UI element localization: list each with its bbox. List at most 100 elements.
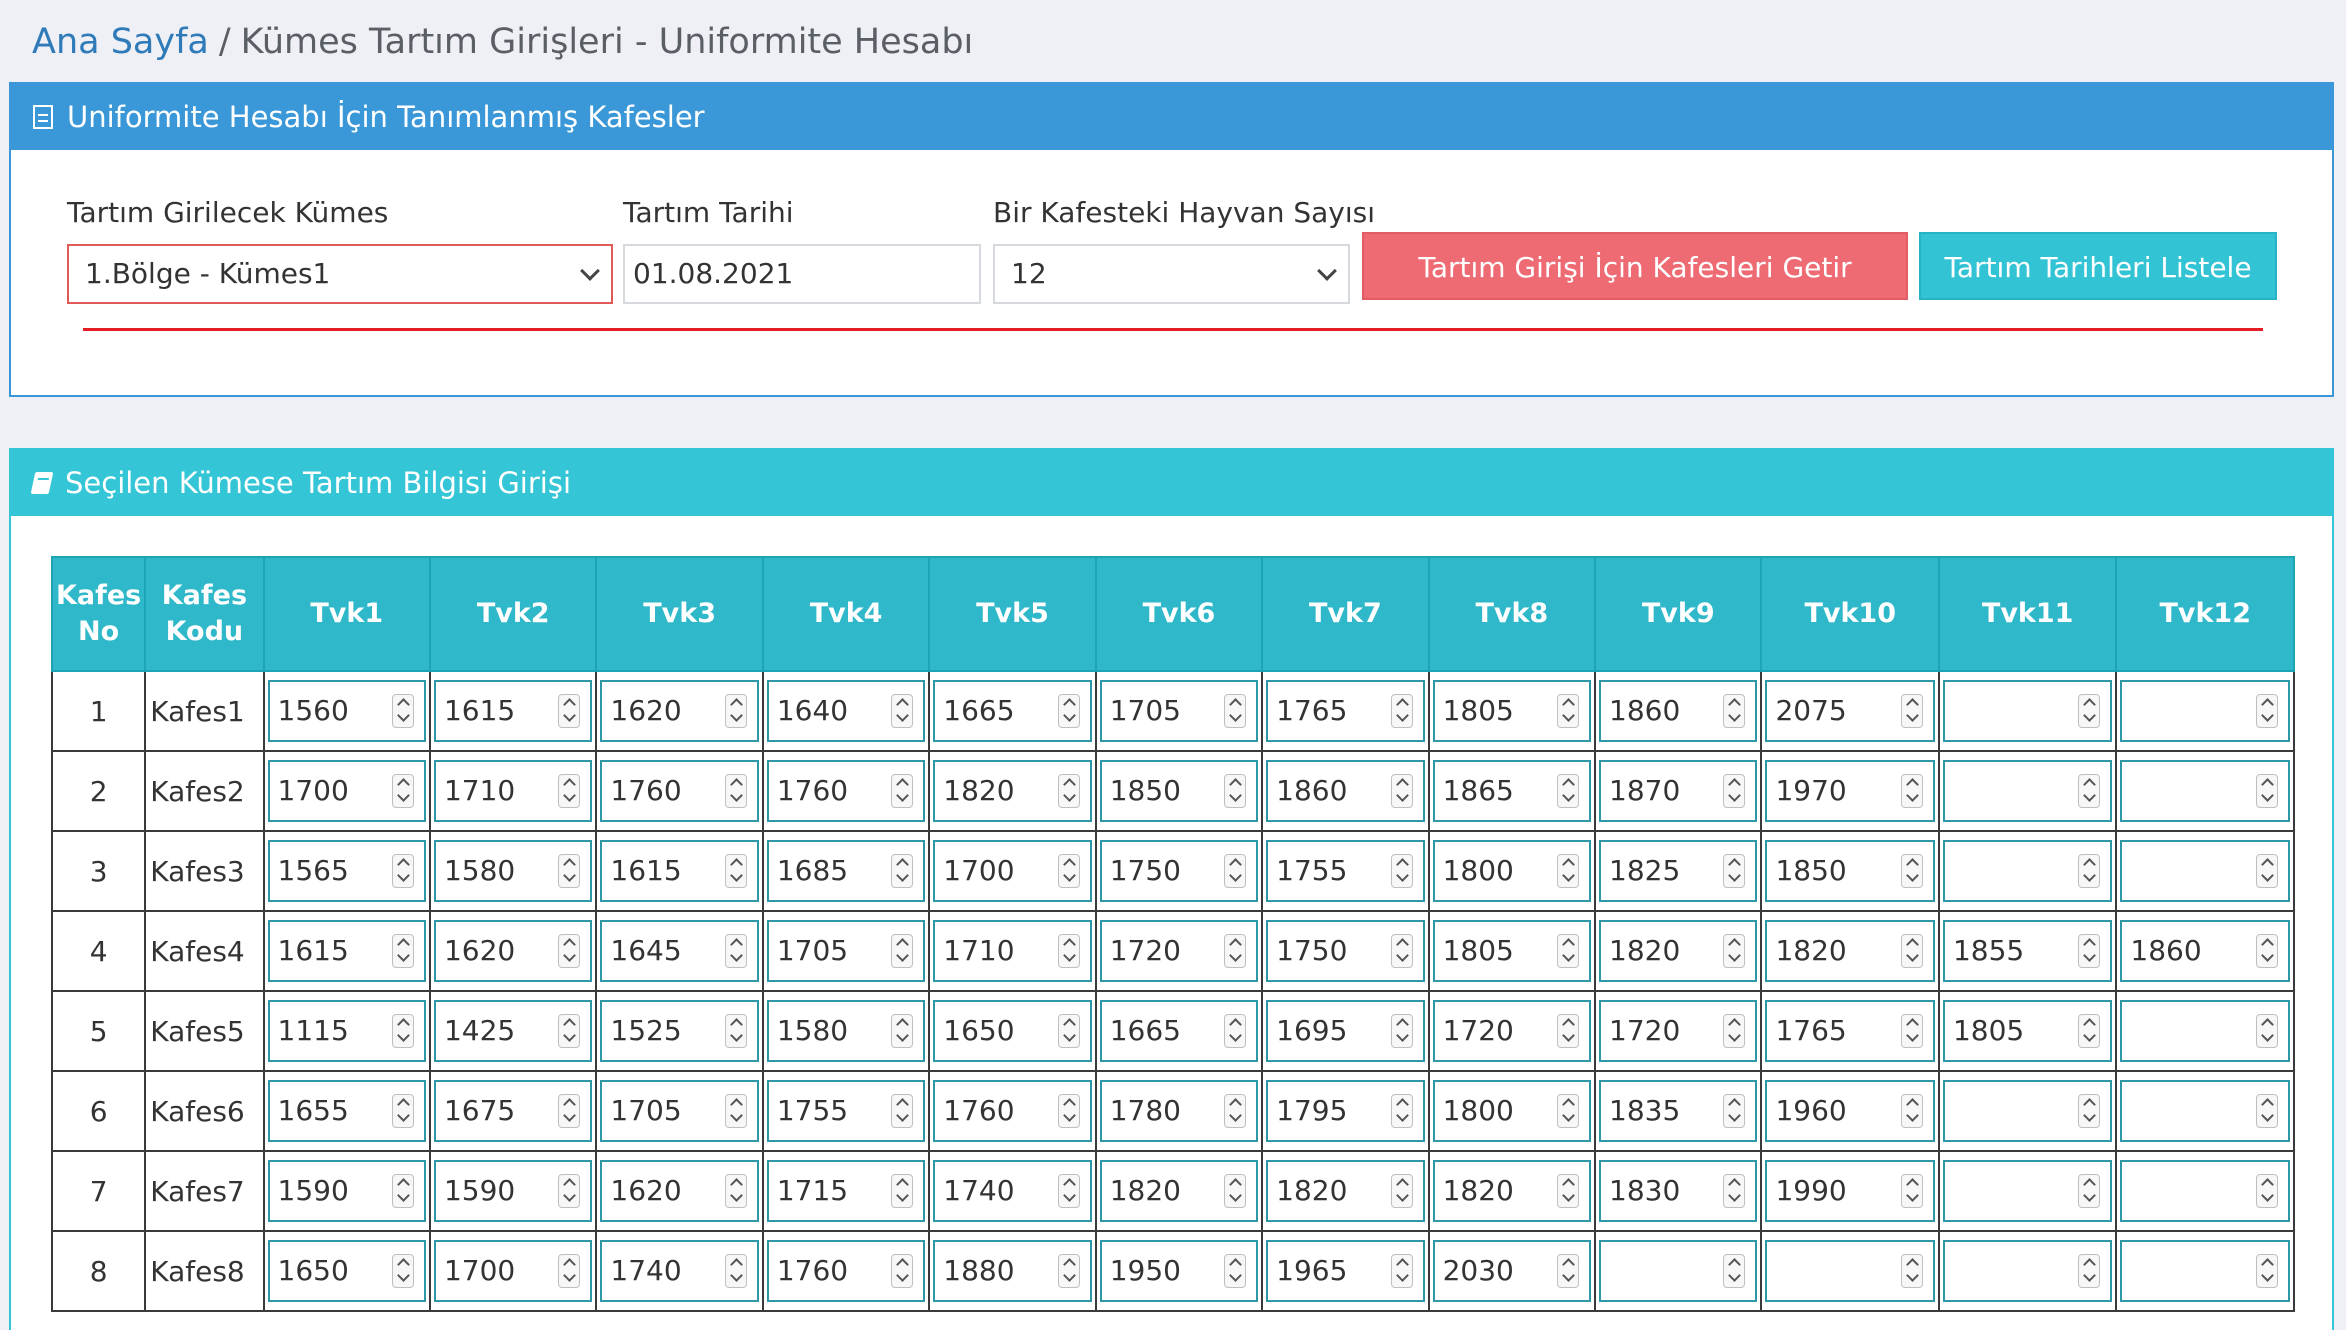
weight-input[interactable] (1942, 680, 2113, 742)
weight-input[interactable]: 1760 (933, 1080, 1092, 1142)
weight-input[interactable] (1942, 840, 2113, 902)
weight-input[interactable]: 1950 (1099, 1240, 1259, 1302)
weight-input[interactable]: 1755 (766, 1080, 926, 1142)
weight-input[interactable]: 1860 (1266, 760, 1425, 822)
weight-input[interactable]: 1695 (1266, 1000, 1425, 1062)
spinner-icon[interactable] (1390, 934, 1413, 968)
spinner-icon[interactable] (1390, 774, 1413, 808)
weight-input[interactable]: 1820 (933, 760, 1092, 822)
weight-input[interactable]: 1580 (766, 1000, 926, 1062)
spinner-icon[interactable] (1723, 1254, 1746, 1288)
weight-input[interactable]: 1115 (267, 1000, 426, 1062)
weight-input[interactable]: 1960 (1765, 1080, 1935, 1142)
spinner-icon[interactable] (1057, 694, 1080, 728)
weight-input[interactable]: 1990 (1765, 1160, 1935, 1222)
weight-input[interactable]: 1710 (433, 760, 593, 822)
spinner-icon[interactable] (558, 694, 581, 728)
spinner-icon[interactable] (391, 1174, 414, 1208)
spinner-icon[interactable] (1723, 854, 1746, 888)
spinner-icon[interactable] (1557, 1014, 1580, 1048)
spinner-icon[interactable] (1900, 774, 1923, 808)
spinner-icon[interactable] (1900, 1014, 1923, 1048)
spinner-icon[interactable] (558, 1254, 581, 1288)
weight-input[interactable]: 1805 (1432, 920, 1592, 982)
weight-input[interactable] (1599, 1240, 1758, 1302)
weight-input[interactable]: 1760 (766, 1240, 926, 1302)
weight-input[interactable]: 1615 (267, 920, 426, 982)
spinner-icon[interactable] (1057, 774, 1080, 808)
spinner-icon[interactable] (891, 1174, 914, 1208)
spinner-icon[interactable] (1723, 1014, 1746, 1048)
spinner-icon[interactable] (2256, 774, 2278, 808)
spinner-icon[interactable] (391, 1014, 414, 1048)
weight-input[interactable]: 1755 (1266, 840, 1425, 902)
weight-input[interactable]: 1650 (933, 1000, 1092, 1062)
spinner-icon[interactable] (891, 1014, 914, 1048)
spinner-icon[interactable] (558, 1174, 581, 1208)
weight-input[interactable]: 1560 (267, 680, 426, 742)
spinner-icon[interactable] (2078, 1094, 2101, 1128)
spinner-icon[interactable] (391, 854, 414, 888)
weight-input[interactable] (1942, 1240, 2113, 1302)
weight-input[interactable]: 1780 (1099, 1080, 1259, 1142)
weight-input[interactable]: 1720 (1099, 920, 1259, 982)
weight-input[interactable]: 1665 (1099, 1000, 1259, 1062)
spinner-icon[interactable] (2256, 694, 2278, 728)
spinner-icon[interactable] (1390, 854, 1413, 888)
weight-input[interactable]: 1835 (1599, 1080, 1758, 1142)
weight-input[interactable]: 1525 (600, 1000, 759, 1062)
spinner-icon[interactable] (2256, 934, 2278, 968)
spinner-icon[interactable] (1557, 1174, 1580, 1208)
weight-input[interactable]: 1740 (933, 1160, 1092, 1222)
spinner-icon[interactable] (1723, 1174, 1746, 1208)
weight-input[interactable]: 1425 (433, 1000, 593, 1062)
weight-input[interactable] (2120, 1000, 2290, 1062)
weight-input[interactable]: 1760 (600, 760, 759, 822)
weight-input[interactable]: 2030 (1432, 1240, 1592, 1302)
spinner-icon[interactable] (1900, 934, 1923, 968)
spinner-icon[interactable] (1900, 1174, 1923, 1208)
spinner-icon[interactable] (1057, 934, 1080, 968)
weight-input[interactable]: 1675 (433, 1080, 593, 1142)
spinner-icon[interactable] (1057, 1254, 1080, 1288)
spinner-icon[interactable] (391, 934, 414, 968)
spinner-icon[interactable] (1557, 854, 1580, 888)
weight-input[interactable]: 1795 (1266, 1080, 1425, 1142)
spinner-icon[interactable] (1900, 1094, 1923, 1128)
spinner-icon[interactable] (391, 1254, 414, 1288)
weight-input[interactable]: 1655 (267, 1080, 426, 1142)
weight-input[interactable]: 1765 (1765, 1000, 1935, 1062)
spinner-icon[interactable] (1224, 854, 1247, 888)
spinner-icon[interactable] (1723, 774, 1746, 808)
weight-input[interactable] (1942, 760, 2113, 822)
spinner-icon[interactable] (1224, 694, 1247, 728)
kumes-select[interactable]: 1.Bölge - Kümes1 (67, 244, 613, 304)
spinner-icon[interactable] (1390, 1014, 1413, 1048)
spinner-icon[interactable] (891, 854, 914, 888)
weight-input[interactable] (2120, 680, 2290, 742)
weight-input[interactable]: 1615 (433, 680, 593, 742)
count-select[interactable]: 12 (993, 244, 1350, 304)
spinner-icon[interactable] (2256, 1254, 2278, 1288)
weight-input[interactable]: 1640 (766, 680, 926, 742)
weight-input[interactable]: 1720 (1599, 1000, 1758, 1062)
spinner-icon[interactable] (2078, 854, 2101, 888)
weight-input[interactable]: 1650 (267, 1240, 426, 1302)
spinner-icon[interactable] (558, 1014, 581, 1048)
weight-input[interactable]: 1700 (267, 760, 426, 822)
spinner-icon[interactable] (2256, 1094, 2278, 1128)
spinner-icon[interactable] (724, 1174, 747, 1208)
spinner-icon[interactable] (1557, 774, 1580, 808)
weight-input[interactable]: 1710 (933, 920, 1092, 982)
spinner-icon[interactable] (1900, 1254, 1923, 1288)
weight-input[interactable]: 1750 (1099, 840, 1259, 902)
spinner-icon[interactable] (1224, 934, 1247, 968)
breadcrumb-home-link[interactable]: Ana Sayfa (32, 22, 209, 62)
spinner-icon[interactable] (724, 1014, 747, 1048)
weight-input[interactable]: 1805 (1432, 680, 1592, 742)
weight-input[interactable] (1942, 1160, 2113, 1222)
spinner-icon[interactable] (391, 694, 414, 728)
spinner-icon[interactable] (1224, 1254, 1247, 1288)
weight-input[interactable] (1765, 1240, 1935, 1302)
weight-input[interactable]: 1870 (1599, 760, 1758, 822)
